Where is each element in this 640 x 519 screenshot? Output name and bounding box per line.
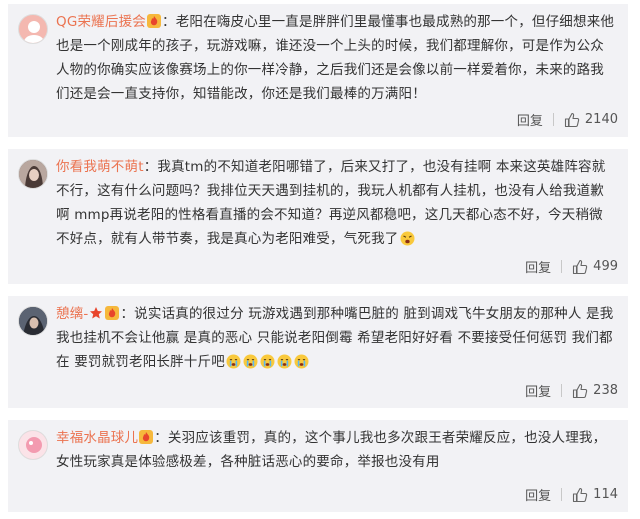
avatar[interactable]: [18, 14, 48, 44]
like-count: 114: [593, 487, 618, 502]
username-link[interactable]: QG荣耀后援会: [56, 14, 146, 30]
like-button[interactable]: 499: [572, 259, 618, 275]
like-button[interactable]: 114: [572, 487, 618, 503]
fire-badge-icon: [139, 428, 154, 444]
like-count: 238: [593, 383, 618, 398]
crying-face-emoji-icon: [243, 353, 258, 369]
comment-text-block: 你看我萌不萌t：我真tm的不知道老阳哪错了，后来又打了，也没有挂啊 本来这英雄阵…: [56, 155, 616, 251]
thumbs-up-icon: [564, 112, 580, 127]
comment-actions: 回复 114: [525, 485, 618, 504]
avatar[interactable]: [18, 430, 48, 460]
like-count: 2140: [584, 112, 618, 127]
thumbs-up-icon: [573, 383, 588, 398]
username-link[interactable]: 憩缡-: [56, 306, 88, 322]
comment-text-block: 憩缡- ：说实话真的很过分 玩游戏遇到那种嘴巴脏的 脏到调戏飞牛女朋友的那种人 是…: [56, 302, 616, 374]
crying-face-emoji-icon: [294, 353, 309, 369]
comment-card: QG荣耀后援会 ：老阳在嗨皮心里一直是胖胖们里最懂事也最成熟的那一个，但仔细想来他…: [8, 4, 628, 137]
crying-face-emoji-icon: [226, 353, 241, 369]
comment-actions: 回复 2140: [517, 110, 618, 129]
username-link[interactable]: 你看我萌不萌t: [56, 159, 144, 175]
comment-card: 你看我萌不萌t：我真tm的不知道老阳哪错了，后来又打了，也没有挂啊 本来这英雄阵…: [8, 149, 628, 284]
divider: [552, 113, 554, 126]
reply-button[interactable]: 回复: [517, 110, 543, 129]
like-button[interactable]: 238: [572, 383, 618, 399]
comment-actions: 回复 499: [525, 257, 618, 276]
divider: [561, 488, 563, 501]
red-star-icon: [89, 304, 103, 319]
comment-card: 幸福水晶球儿 ：关羽应该重罚，真的，这个事儿我也多次跟王者荣耀反应，也没人理我，女…: [8, 420, 628, 512]
reply-button[interactable]: 回复: [525, 381, 551, 400]
crying-face-emoji-icon: [260, 353, 275, 369]
angry-face-emoji-icon: [400, 230, 415, 246]
like-count: 499: [593, 259, 618, 274]
avatar[interactable]: [18, 306, 48, 336]
avatar[interactable]: [18, 159, 48, 189]
like-button[interactable]: 2140: [564, 112, 618, 128]
emoji-row: [225, 354, 310, 370]
divider: [561, 384, 563, 397]
reply-button[interactable]: 回复: [525, 485, 551, 504]
username-link[interactable]: 幸福水晶球儿: [56, 430, 138, 446]
fire-badge-icon: [147, 12, 161, 28]
reply-button[interactable]: 回复: [525, 257, 551, 276]
crying-face-emoji-icon: [277, 353, 292, 369]
comment-text-block: QG荣耀后援会 ：老阳在嗨皮心里一直是胖胖们里最懂事也最成熟的那一个，但仔细想来他…: [56, 10, 616, 106]
comment-text: ：说实话真的很过分 玩游戏遇到那种嘴巴脏的 脏到调戏飞牛女朋友的那种人 是我 我…: [56, 306, 614, 370]
thumbs-up-icon: [573, 487, 588, 502]
thumbs-up-icon: [573, 259, 588, 274]
comment-actions: 回复 238: [525, 381, 618, 400]
divider: [561, 260, 563, 273]
comment-card: 憩缡- ：说实话真的很过分 玩游戏遇到那种嘴巴脏的 脏到调戏飞牛女朋友的那种人 是…: [8, 296, 628, 408]
comment-text-block: 幸福水晶球儿 ：关羽应该重罚，真的，这个事儿我也多次跟王者荣耀反应，也没人理我，女…: [56, 426, 616, 474]
fire-badge-icon: [105, 304, 120, 320]
